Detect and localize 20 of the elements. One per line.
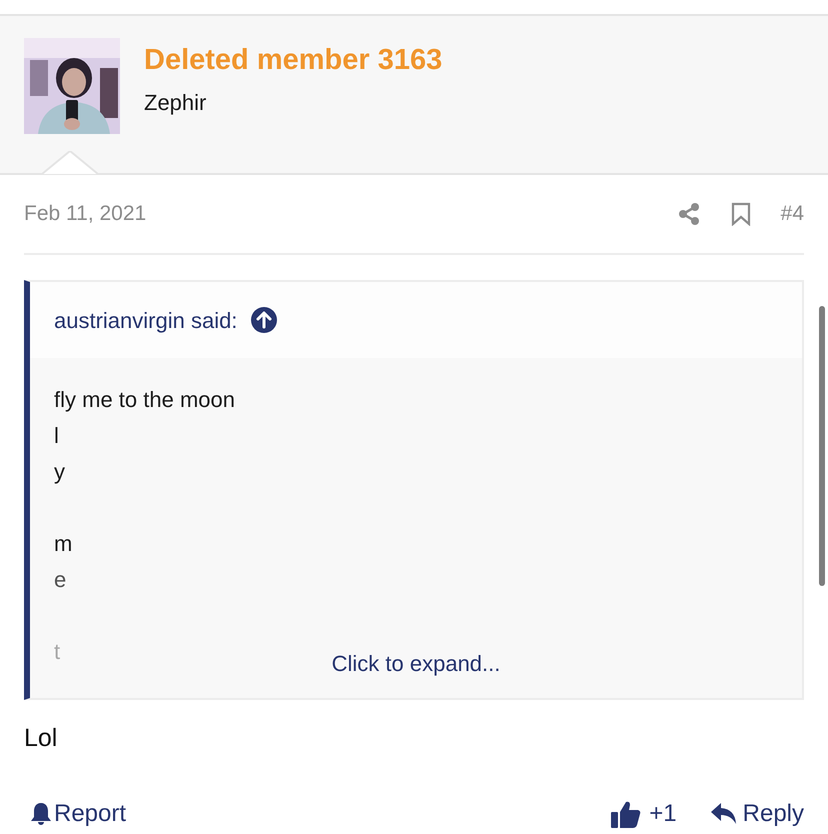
member-title: Zephir	[144, 89, 208, 117]
report-button[interactable]: Report	[24, 796, 126, 832]
post-body: Lol	[24, 724, 58, 752]
like-button[interactable]: +1	[611, 796, 677, 832]
bell-icon	[30, 802, 52, 826]
expand-link[interactable]: Click to expand...	[332, 647, 500, 680]
arrow-up-circle-icon[interactable]	[251, 307, 278, 333]
quote-line: fly me to the moon	[54, 387, 235, 412]
reply-arrow-icon	[710, 802, 737, 824]
quote-line: m	[54, 531, 72, 556]
quote-attribution[interactable]: austrianvirgin said:	[54, 304, 238, 336]
quote-line: y	[54, 459, 65, 484]
quote-line: e	[54, 567, 66, 592]
quote-line: t	[54, 639, 60, 664]
share-icon[interactable]	[676, 202, 701, 226]
scrollbar-thumb[interactable]	[819, 306, 825, 586]
quote-line: l	[54, 423, 59, 448]
thumbs-up-icon	[611, 800, 642, 828]
bookmark-icon[interactable]	[730, 202, 751, 226]
reply-button[interactable]: Reply	[710, 796, 804, 832]
